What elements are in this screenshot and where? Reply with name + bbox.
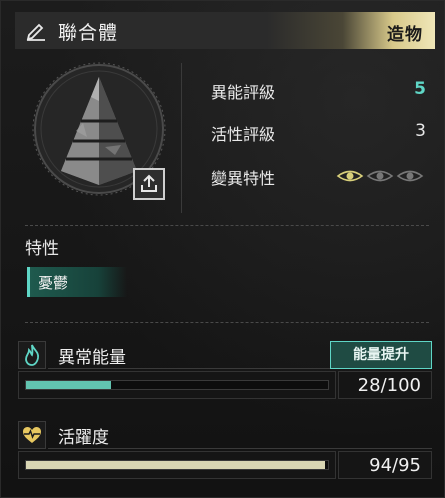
share-upload-button[interactable] [133,168,165,200]
section-divider [25,225,429,226]
eye-icon-inactive [396,170,424,182]
activity-icon-box [18,421,46,449]
header-bar: 聯合體 造物 [15,12,435,49]
eye-icon-inactive [366,170,394,182]
eye-icon-active [336,170,364,182]
mutation-eye-indicators [336,170,424,182]
energy-title: 異常能量 [58,348,126,368]
mutation-trait-row: 變異特性 [211,165,426,189]
heart-pulse-icon [23,427,41,443]
ability-rating-label: 異能評級 [211,83,276,102]
energy-title-box: 異常能量 能量提升 [48,341,432,369]
energy-bar-track [25,380,329,390]
flame-icon [25,344,40,366]
activity-bar-row: 94/95 [18,451,432,479]
creature-name: 聯合體 [58,22,119,44]
activity-bar-fill [26,461,325,469]
mutation-trait-label: 變異特性 [211,169,276,188]
traits-heading: 特性 [25,239,59,259]
upload-icon [141,174,157,192]
activity-meter-header: 活躍度 [18,421,432,451]
activity-rating-row: 活性評級 3 [211,121,426,145]
trait-chip[interactable]: 憂鬱 [27,267,127,297]
creature-detail-panel: 聯合體 造物 異能評級 5 活性評級 3 變異特性 特性 憂鬱 異常能量 能量提… [0,0,445,498]
trait-chip-label: 憂鬱 [38,274,69,292]
energy-value-box: 28/100 [338,371,432,399]
activity-rating-value: 3 [415,121,426,141]
activity-title-box: 活躍度 [48,421,432,449]
energy-boost-button[interactable]: 能量提升 [330,341,432,369]
energy-meter-header: 異常能量 能量提升 [18,341,432,371]
energy-icon-box [18,341,46,369]
energy-value: 28/100 [357,375,421,396]
activity-bar-box [18,451,336,479]
activity-title: 活躍度 [58,428,109,448]
activity-value: 94/95 [369,455,421,476]
edit-pencil-icon[interactable] [25,21,47,41]
category-tag: 造物 [387,25,423,45]
activity-bar-track [25,460,329,470]
ability-rating-row: 異能評級 5 [211,79,426,103]
energy-bar-box [18,371,336,399]
section-divider [25,322,429,323]
activity-value-box: 94/95 [338,451,432,479]
energy-bar-row: 28/100 [18,371,432,399]
ability-rating-value: 5 [414,79,426,99]
vertical-divider [181,63,182,213]
activity-rating-label: 活性評級 [211,125,276,144]
energy-bar-fill [26,381,111,389]
